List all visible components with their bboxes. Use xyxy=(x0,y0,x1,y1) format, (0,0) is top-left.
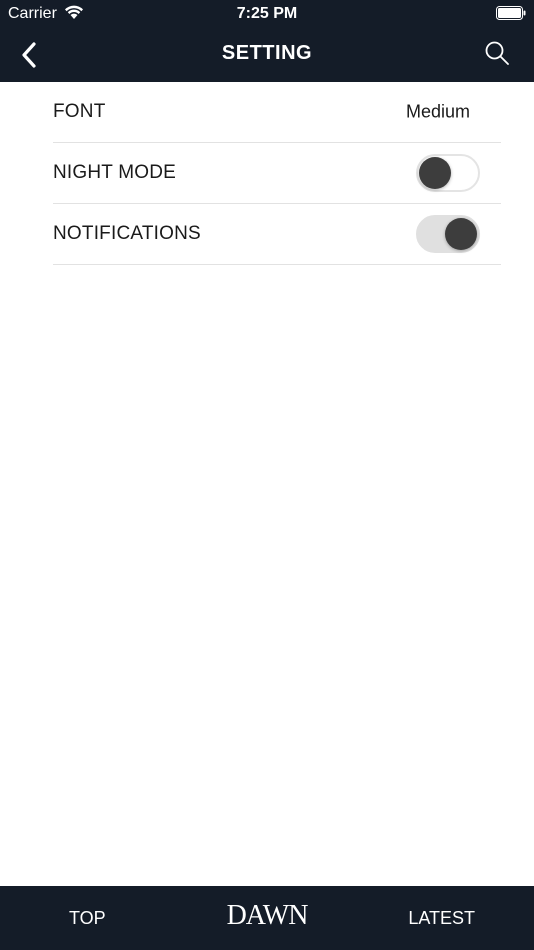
toggle-knob xyxy=(419,157,451,189)
night-mode-toggle[interactable] xyxy=(416,154,480,192)
page-title: SETTING xyxy=(221,42,313,64)
toggle-knob xyxy=(445,218,477,250)
settings-list: FONT Medium NIGHT MODE NOTIFICATIONS xyxy=(53,82,501,265)
setting-row-notifications: NOTIFICATIONS xyxy=(53,204,501,265)
setting-row-night-mode: NIGHT MODE xyxy=(53,143,501,204)
status-bar: Carrier 7:25 PM xyxy=(0,0,534,28)
search-icon[interactable] xyxy=(484,40,510,66)
font-size-value[interactable]: Medium xyxy=(406,102,470,123)
setting-row-font[interactable]: FONT Medium xyxy=(53,82,501,143)
tab-latest[interactable]: LATEST xyxy=(408,908,475,929)
notifications-toggle[interactable] xyxy=(416,215,480,253)
night-mode-label: NIGHT MODE xyxy=(53,162,177,183)
tab-bar: TOP DAWN LATEST xyxy=(0,886,534,950)
status-time: 7:25 PM xyxy=(236,5,298,22)
battery-icon xyxy=(496,6,526,20)
notifications-label: NOTIFICATIONS xyxy=(53,223,201,244)
font-label: FONT xyxy=(53,101,106,122)
navigation-bar: SETTING xyxy=(0,28,534,82)
